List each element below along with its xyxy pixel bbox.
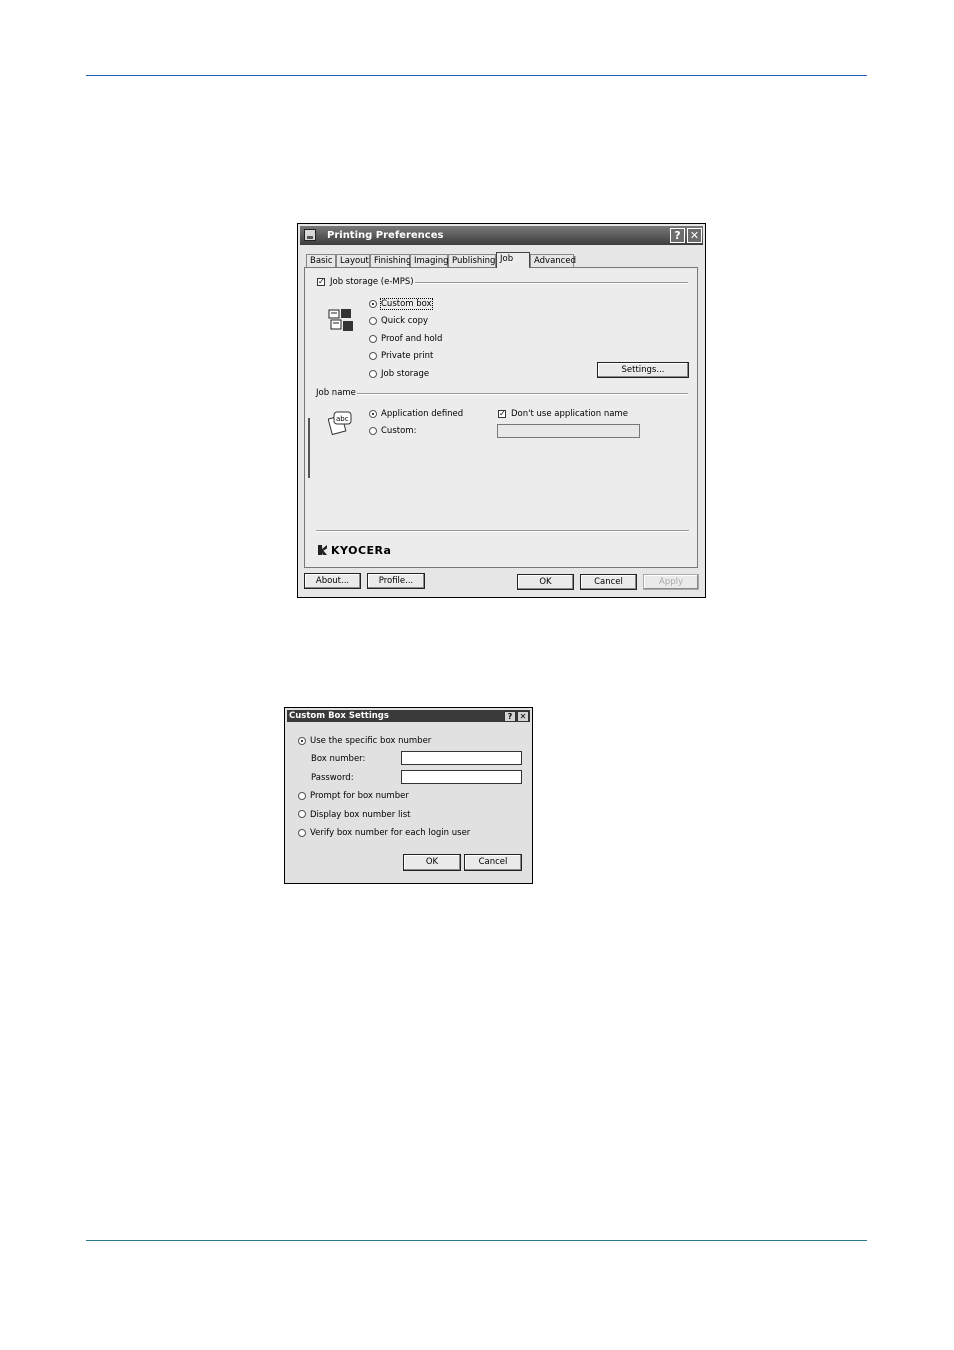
job-name-divider bbox=[357, 393, 688, 395]
kyocera-logo-text: KYOCERa bbox=[331, 544, 392, 557]
about-button[interactable]: About... bbox=[304, 573, 361, 589]
verify-box-number-label: Verify box number for each login user bbox=[310, 828, 471, 838]
title-bar[interactable]: Printing Preferences ? ✕ bbox=[300, 226, 703, 245]
custom-box-settings-dialog: Custom Box Settings ? ✕ Use the specific… bbox=[284, 707, 533, 884]
option-job-storage-label: Job storage bbox=[381, 369, 430, 379]
option-proof-and-hold-label: Proof and hold bbox=[381, 334, 443, 344]
printing-preferences-window: Printing Preferences ? ✕ Basic Layout Fi… bbox=[297, 223, 706, 598]
radio-private-print[interactable] bbox=[369, 352, 377, 360]
kyocera-mark-icon bbox=[318, 545, 327, 555]
option-custom-box-label: Custom box bbox=[380, 298, 433, 310]
footer-divider bbox=[316, 530, 689, 532]
ok-button[interactable]: OK bbox=[517, 574, 574, 590]
radio-specific-box-number[interactable] bbox=[298, 737, 306, 745]
tab-imaging[interactable]: Imaging bbox=[410, 254, 449, 267]
radio-proof-and-hold[interactable] bbox=[369, 335, 377, 343]
cancel-button[interactable]: Cancel bbox=[580, 574, 637, 590]
close-button[interactable]: ✕ bbox=[687, 228, 702, 243]
tab-basic[interactable]: Basic bbox=[306, 254, 336, 267]
radio-prompt-box-number[interactable] bbox=[298, 792, 306, 800]
panel-edge-marker bbox=[308, 418, 310, 478]
option-application-defined-label: Application defined bbox=[381, 409, 464, 419]
box-number-label: Box number: bbox=[311, 754, 366, 764]
header-rule bbox=[86, 75, 867, 76]
job-name-label: Job name bbox=[316, 388, 356, 398]
job-storage-icon bbox=[328, 309, 353, 331]
help-button[interactable]: ? bbox=[670, 228, 685, 243]
settings-button[interactable]: Settings... bbox=[597, 362, 689, 378]
svg-text:abc: abc bbox=[336, 415, 349, 423]
job-storage-divider bbox=[415, 282, 688, 284]
dialog-title: Custom Box Settings bbox=[289, 711, 389, 721]
job-storage-checkbox[interactable]: ✓ bbox=[317, 278, 325, 286]
tab-layout[interactable]: Layout bbox=[336, 254, 370, 267]
dialog-close-button[interactable]: ✕ bbox=[517, 711, 529, 722]
password-label: Password: bbox=[311, 773, 354, 783]
job-storage-label: Job storage (e-MPS) bbox=[330, 277, 414, 287]
printer-icon bbox=[304, 229, 316, 241]
option-quick-copy-label: Quick copy bbox=[381, 316, 429, 326]
custom-name-input[interactable] bbox=[497, 424, 640, 438]
radio-display-box-list[interactable] bbox=[298, 810, 306, 818]
password-input[interactable] bbox=[401, 770, 522, 784]
tab-publishing[interactable]: Publishing bbox=[448, 254, 496, 267]
display-box-list-label: Display box number list bbox=[310, 810, 411, 820]
radio-verify-box-number[interactable] bbox=[298, 829, 306, 837]
job-tab-panel: ✓ Job storage (e-MPS) Custom box Quick c… bbox=[304, 267, 698, 568]
kyocera-logo: KYOCERa bbox=[318, 544, 391, 557]
option-custom-name-label: Custom: bbox=[381, 426, 417, 436]
radio-job-storage[interactable] bbox=[369, 370, 377, 378]
dialog-help-button[interactable]: ? bbox=[504, 711, 516, 722]
radio-custom-box[interactable] bbox=[369, 300, 377, 308]
option-private-print-label: Private print bbox=[381, 351, 434, 361]
abc-document-icon: abc bbox=[328, 411, 352, 435]
prompt-box-number-label: Prompt for box number bbox=[310, 791, 409, 801]
specific-box-number-label: Use the specific box number bbox=[310, 736, 432, 746]
apply-button[interactable]: Apply bbox=[643, 574, 699, 590]
tab-finishing[interactable]: Finishing bbox=[370, 254, 411, 267]
dont-use-app-name-label: Don't use application name bbox=[511, 409, 628, 419]
dialog-ok-button[interactable]: OK bbox=[403, 854, 461, 871]
radio-application-defined[interactable] bbox=[369, 410, 377, 418]
box-number-input[interactable] bbox=[401, 751, 522, 765]
profile-button[interactable]: Profile... bbox=[367, 573, 425, 589]
tab-job[interactable]: Job bbox=[496, 252, 530, 268]
tab-advanced[interactable]: Advanced bbox=[530, 254, 576, 267]
window-title: Printing Preferences bbox=[327, 230, 444, 241]
radio-custom-name[interactable] bbox=[369, 427, 377, 435]
footer-rule bbox=[86, 1240, 867, 1241]
radio-quick-copy[interactable] bbox=[369, 317, 377, 325]
dont-use-app-name-checkbox[interactable]: ✓ bbox=[498, 410, 506, 418]
dialog-title-bar[interactable]: Custom Box Settings ? ✕ bbox=[287, 710, 530, 722]
dialog-cancel-button[interactable]: Cancel bbox=[464, 854, 522, 871]
